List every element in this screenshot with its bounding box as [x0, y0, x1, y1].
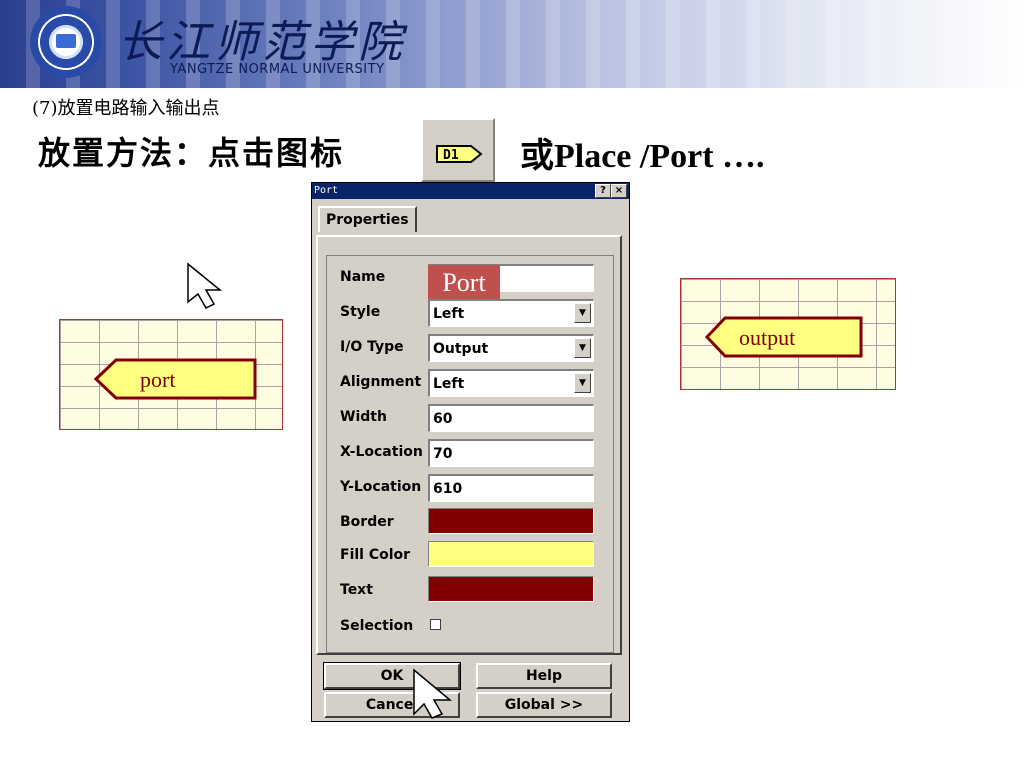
right-port-symbol: output — [704, 316, 863, 358]
x-location-input[interactable]: 70 — [428, 439, 594, 467]
name-label: Name — [340, 269, 386, 285]
chevron-down-icon[interactable]: ▼ — [574, 303, 591, 323]
io-type-select[interactable]: Output ▼ — [428, 334, 594, 362]
left-port-label: port — [140, 367, 175, 392]
text-color-swatch[interactable] — [428, 576, 594, 602]
selection-checkbox[interactable] — [430, 619, 441, 630]
port-icon-label: D1 — [443, 148, 459, 163]
port-icon: D1 — [436, 145, 483, 163]
name-overlay-badge: Port — [428, 265, 500, 299]
dialog-titlebar[interactable]: Port ? × — [312, 183, 629, 199]
method-heading: 放置方法：点击图标 — [38, 134, 345, 172]
close-button[interactable]: × — [611, 184, 627, 198]
alignment-value: Left — [433, 376, 465, 392]
x-location-label: X-Location — [340, 444, 423, 460]
menu-path-text: 或Place /Port …. — [520, 138, 765, 175]
global-button[interactable]: Global >> — [476, 692, 612, 718]
arrow-cursor-icon — [187, 262, 223, 309]
style-select[interactable]: Left ▼ — [428, 299, 594, 327]
left-schematic-grid: port — [59, 319, 283, 430]
text-color-label: Text — [340, 582, 373, 598]
place-port-toolbar-button[interactable]: D1 — [421, 118, 495, 182]
port-properties-dialog: Port ? × Properties Name Style Left ▼ I/O… — [311, 182, 630, 722]
selection-label: Selection — [340, 618, 414, 634]
university-logo — [30, 6, 102, 78]
help-button[interactable]: Help — [476, 663, 612, 689]
y-location-label: Y-Location — [340, 479, 422, 495]
school-name-cn: 长江师范学院 — [118, 17, 406, 68]
pointer-cursor-icon — [413, 668, 453, 719]
alignment-label: Alignment — [340, 374, 422, 390]
width-input[interactable]: 60 — [428, 404, 594, 432]
style-value: Left — [433, 306, 465, 322]
fill-color-swatch[interactable] — [428, 541, 594, 567]
width-label: Width — [340, 409, 387, 425]
alignment-select[interactable]: Left ▼ — [428, 369, 594, 397]
chevron-down-icon[interactable]: ▼ — [574, 373, 591, 393]
right-schematic-grid: output — [680, 278, 896, 390]
tab-properties[interactable]: Properties — [318, 206, 417, 232]
dialog-title: Port — [314, 185, 339, 196]
io-type-label: I/O Type — [340, 339, 404, 355]
school-name-en: YANGTZE NORMAL UNIVERSITY — [170, 62, 385, 77]
slide-subtitle: (7)放置电路输入输出点 — [32, 98, 220, 119]
left-port-symbol: port — [93, 358, 257, 400]
chevron-down-icon[interactable]: ▼ — [574, 338, 591, 358]
io-type-value: Output — [433, 341, 489, 357]
right-port-label: output — [739, 325, 795, 350]
fill-color-label: Fill Color — [340, 547, 411, 563]
border-color-label: Border — [340, 514, 394, 530]
y-location-input[interactable]: 610 — [428, 474, 594, 502]
help-question-button[interactable]: ? — [595, 184, 611, 198]
book-icon — [56, 34, 76, 48]
border-color-swatch[interactable] — [428, 508, 594, 534]
style-label: Style — [340, 304, 381, 320]
